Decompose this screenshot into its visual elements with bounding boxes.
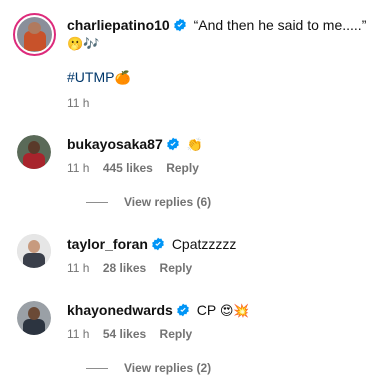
timestamp: 11 h bbox=[67, 327, 90, 341]
username[interactable]: khayonedwards bbox=[67, 302, 173, 318]
verified-badge-icon bbox=[152, 237, 164, 251]
view-replies-label: View replies (6) bbox=[124, 195, 212, 209]
divider-dash bbox=[86, 202, 108, 204]
comment-text: Cpatzzzzz bbox=[171, 236, 237, 252]
comment-emoji: 🫢🎶 bbox=[67, 37, 100, 52]
verified-badge-icon bbox=[176, 303, 189, 317]
reply-button[interactable]: Reply bbox=[166, 161, 199, 175]
hashtag-link[interactable]: #UTMP bbox=[67, 69, 114, 85]
avatar-image bbox=[17, 135, 51, 169]
timestamp: 11 h bbox=[67, 96, 90, 110]
timestamp: 11 h bbox=[67, 161, 90, 175]
timestamp: 11 h bbox=[67, 261, 90, 275]
comment-meta: 11 h 28 likes Reply bbox=[67, 261, 202, 275]
likes-count[interactable]: 54 likes bbox=[103, 327, 146, 341]
view-replies-label: View replies (2) bbox=[124, 361, 212, 375]
likes-count[interactable]: 445 likes bbox=[103, 161, 153, 175]
comment-bukayosaka87: bukayosaka87 👏 11 h 445 likes Reply View… bbox=[0, 130, 366, 220]
verified-badge-icon bbox=[173, 18, 186, 32]
avatar[interactable] bbox=[17, 234, 51, 268]
comment-text: CP bbox=[196, 302, 216, 318]
comment-text: “And then he said to me.....” bbox=[193, 17, 366, 33]
username[interactable]: charliepatino10 bbox=[67, 17, 170, 33]
reply-button[interactable]: Reply bbox=[160, 261, 193, 275]
reply-button[interactable]: Reply bbox=[160, 327, 193, 341]
view-replies-button[interactable]: View replies (6) bbox=[86, 195, 211, 209]
comment-meta: 11 h 445 likes Reply bbox=[67, 161, 209, 175]
avatar-image bbox=[17, 17, 52, 52]
verified-badge-icon bbox=[166, 137, 179, 151]
avatar-image bbox=[17, 234, 51, 268]
comment-meta: 11 h 54 likes Reply bbox=[67, 327, 202, 341]
divider-dash bbox=[86, 368, 108, 370]
comment-taylor-foran: taylor_foran Cpatzzzzz 11 h 28 likes Rep… bbox=[0, 230, 366, 290]
comment-emoji: 😍💥 bbox=[219, 304, 250, 319]
comment-khayonedwards: khayonedwards CP 😍💥 11 h 54 likes Reply … bbox=[0, 297, 366, 383]
avatar[interactable] bbox=[13, 13, 56, 56]
comment-charliepatino10: charliepatino10 “And then he said to me.… bbox=[0, 0, 366, 120]
likes-count[interactable]: 28 likes bbox=[103, 261, 146, 275]
username[interactable]: taylor_foran bbox=[67, 236, 148, 252]
username[interactable]: bukayosaka87 bbox=[67, 136, 163, 152]
comment-emoji: 👏 bbox=[186, 138, 203, 153]
comment-meta: 11 h bbox=[67, 96, 99, 110]
hashtag-emoji: 🍊 bbox=[114, 71, 131, 86]
avatar-image bbox=[17, 301, 51, 335]
avatar[interactable] bbox=[17, 135, 51, 169]
view-replies-button[interactable]: View replies (2) bbox=[86, 361, 211, 375]
avatar[interactable] bbox=[17, 301, 51, 335]
